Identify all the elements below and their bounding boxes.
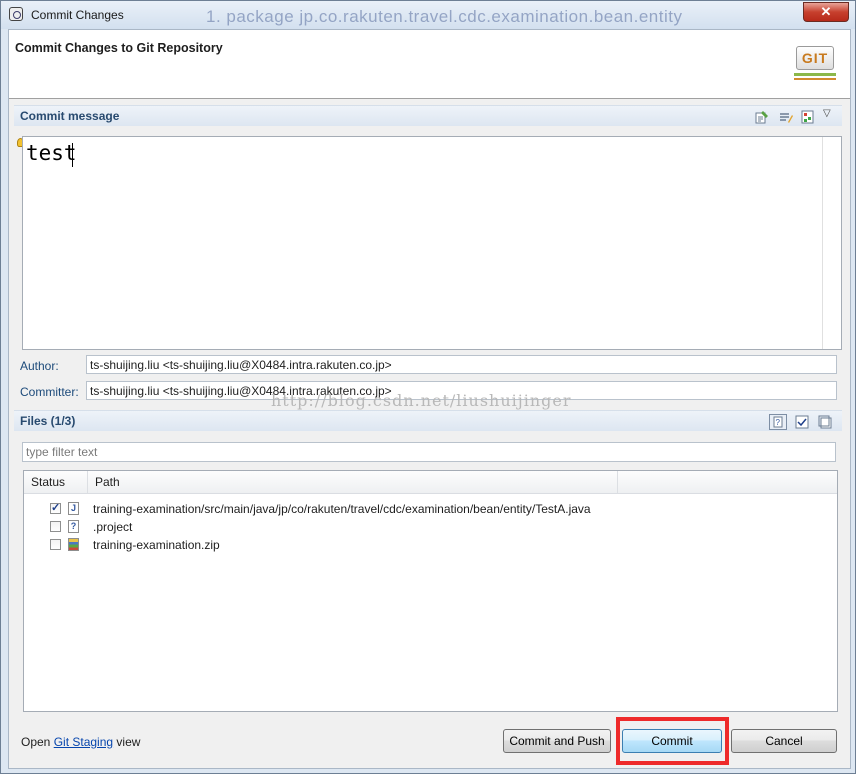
- files-header: Files (1/3) ?: [14, 410, 842, 431]
- table-row[interactable]: ? .project: [24, 518, 837, 536]
- file-checkbox[interactable]: [50, 539, 61, 550]
- window-title: Commit Changes: [31, 8, 124, 22]
- commit-message-header: Commit message ▽: [14, 105, 842, 126]
- commit-message-text: test: [26, 141, 77, 165]
- committer-label: Committer:: [20, 385, 79, 399]
- file-path: training-examination/src/main/java/jp/co…: [93, 502, 591, 516]
- column-separator[interactable]: [87, 471, 88, 493]
- commit-message-scrollbar[interactable]: [822, 137, 841, 349]
- zip-file-icon: [68, 538, 79, 551]
- dialog-body: Commit Changes to Git Repository GIT Com…: [8, 29, 851, 769]
- watermark-text: http://blog.csdn.net/liushuijinger: [271, 391, 572, 410]
- dialog-heading: Commit Changes to Git Repository: [15, 41, 223, 55]
- git-logo-rail: [794, 73, 836, 76]
- files-table[interactable]: Status Path J training-examination/src/m…: [23, 470, 838, 712]
- file-checkbox[interactable]: [50, 501, 61, 514]
- column-separator[interactable]: [617, 471, 618, 493]
- check-all-icon[interactable]: [795, 415, 809, 429]
- file-checkbox[interactable]: [50, 521, 61, 532]
- commit-dialog-window: Commit Changes 1. package jp.co.rakuten.…: [0, 0, 856, 774]
- table-row[interactable]: J training-examination/src/main/java/jp/…: [24, 500, 837, 518]
- file-path: training-examination.zip: [93, 538, 220, 552]
- background-editor-text: 1. package jp.co.rakuten.travel.cdc.exam…: [206, 7, 683, 26]
- files-table-header: Status Path: [24, 471, 837, 494]
- text-caret: [72, 143, 73, 167]
- java-file-icon: J: [68, 502, 79, 515]
- commit-button-highlight: [616, 717, 729, 765]
- cancel-button[interactable]: Cancel: [731, 729, 837, 753]
- file-filter-input[interactable]: [26, 445, 832, 459]
- git-logo-rail-accent: [794, 78, 836, 80]
- uncheck-all-icon[interactable]: [818, 415, 832, 429]
- eclipse-app-icon: [9, 7, 23, 21]
- add-change-id-icon[interactable]: [801, 110, 815, 124]
- file-filter-box[interactable]: [22, 442, 836, 462]
- show-untracked-icon[interactable]: ?: [769, 414, 787, 430]
- view-menu-chevron-icon[interactable]: ▽: [823, 108, 831, 119]
- status-column-header[interactable]: Status: [31, 475, 65, 489]
- author-field[interactable]: ts-shuijing.liu <ts-shuijing.liu@X0484.i…: [86, 355, 837, 374]
- git-logo-icon: GIT: [794, 44, 836, 82]
- git-staging-link[interactable]: Git Staging: [54, 735, 113, 749]
- commit-message-label: Commit message: [20, 109, 120, 123]
- dialog-banner: Commit Changes to Git Repository GIT: [9, 30, 850, 99]
- footer-prefix: Open: [21, 735, 54, 749]
- author-label: Author:: [20, 359, 59, 373]
- table-row[interactable]: training-examination.zip: [24, 536, 837, 554]
- close-window-button[interactable]: ✕: [803, 2, 849, 22]
- commit-and-push-button[interactable]: Commit and Push: [503, 729, 611, 753]
- unknown-file-icon: ?: [68, 520, 79, 533]
- files-label: Files (1/3): [20, 414, 76, 428]
- path-column-header[interactable]: Path: [95, 475, 120, 489]
- footer-suffix: view: [113, 735, 141, 749]
- commit-message-textarea[interactable]: test: [22, 136, 842, 350]
- staging-view-hint: Open Git Staging view: [21, 735, 140, 749]
- file-path: .project: [93, 520, 133, 534]
- sign-off-icon[interactable]: [755, 110, 769, 124]
- amend-icon[interactable]: [779, 110, 793, 124]
- svg-text:?: ?: [776, 418, 781, 427]
- git-logo-text: GIT: [796, 46, 834, 70]
- title-bar[interactable]: Commit Changes 1. package jp.co.rakuten.…: [1, 1, 855, 29]
